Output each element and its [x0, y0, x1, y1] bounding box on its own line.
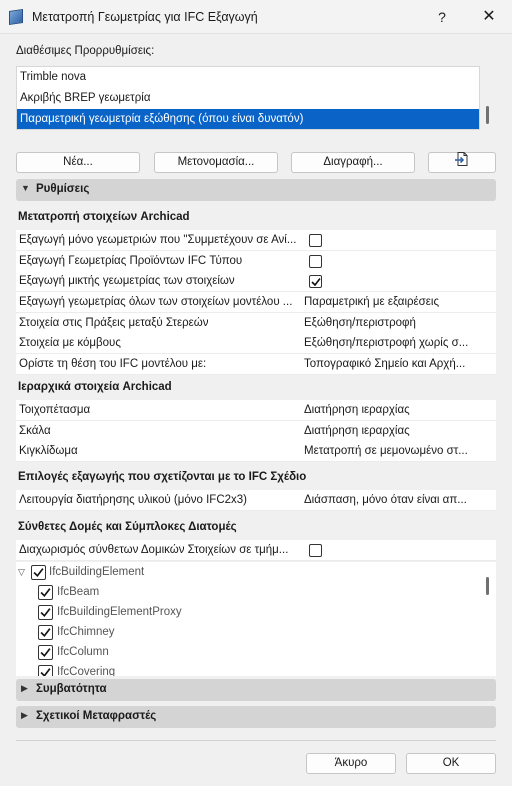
checkmark-icon [33, 568, 44, 578]
setting-label: Στοιχεία στις Πράξεις μεταξύ Στερεών [19, 317, 209, 329]
presets-label: Διαθέσιμες Προρρυθμίσεις: [16, 45, 155, 57]
checkbox[interactable] [309, 234, 322, 247]
window-title: Μετατροπή Γεωμετρίας για IFC Εξαγωγή [32, 10, 258, 24]
setting-value[interactable]: Εξώθηση/περιστροφή [304, 317, 492, 329]
setting-value[interactable]: Διάσπαση, μόνο όταν είναι απ... [304, 494, 492, 506]
checkmark-icon [40, 648, 51, 658]
settings-row[interactable]: Κιγκλίδωμα Μετατροπή σε μεμονωμένο στ... [16, 441, 496, 462]
translators-section-header[interactable]: ▶ Σχετικοί Μεταφραστές [16, 706, 496, 728]
setting-value[interactable]: Μετατροπή σε μεμονωμένο στ... [304, 445, 492, 457]
compatibility-section-title: Συμβατότητα [36, 683, 107, 695]
preset-item-parametric[interactable]: Παραμετρική γεωμετρία εξώθησης (όπου είν… [17, 109, 479, 129]
setting-label: Εξαγωγή μόνο γεωμετριών που "Συμμετέχουν… [19, 234, 297, 246]
export-preset-button[interactable] [428, 152, 496, 173]
settings-row[interactable]: Εξαγωγή γεωμετρίας όλων των στοιχείων μο… [16, 292, 496, 313]
settings-row[interactable]: Σκάλα Διατήρηση ιεραρχίας [16, 421, 496, 442]
checkmark-icon [40, 628, 51, 638]
app-icon [9, 9, 23, 25]
preset-item-brep[interactable]: Ακριβής BREP γεωμετρία [17, 88, 479, 109]
group-title-ifc-plan: Επιλογές εξαγωγής που σχετίζονται με το … [18, 471, 307, 483]
delete-preset-button[interactable]: Διαγραφή... [291, 152, 415, 173]
group-title-composite: Σύνθετες Δομές και Σύμπλοκες Διατομές [18, 521, 237, 533]
settings-row[interactable]: Στοιχεία με κόμβους Εξώθηση/περιστροφή χ… [16, 333, 496, 354]
setting-value[interactable]: Τοπογραφικό Σημείο και Αρχή... [304, 358, 492, 370]
setting-label: Ορίστε τη θέση του IFC μοντέλου με: [19, 358, 207, 370]
settings-section-title: Ρυθμίσεις [36, 183, 90, 195]
tree-checkbox[interactable] [38, 585, 53, 600]
settings-row: Διαχωρισμός σύνθετων Δομικών Στοιχείων σ… [16, 540, 496, 561]
setting-label: Σκάλα [19, 425, 51, 437]
expand-arrow-icon: ▶ [21, 710, 28, 720]
export-icon [454, 151, 470, 174]
tree-checkbox[interactable] [31, 565, 46, 580]
checkmark-icon [40, 608, 51, 618]
checkbox[interactable] [309, 544, 322, 557]
setting-label: Λειτουργία διατήρησης υλικού (μόνο IFC2x… [19, 494, 248, 506]
element-tree[interactable]: ▽ IfcBuildingElement IfcBeam IfcBuilding… [16, 562, 496, 676]
title-bar: Μετατροπή Γεωμετρίας για IFC Εξαγωγή ? ✕ [0, 0, 512, 34]
tree-label: IfcColumn [57, 646, 109, 658]
compatibility-section-header[interactable]: ▶ Συμβατότητα [16, 679, 496, 701]
setting-label: Διαχωρισμός σύνθετων Δομικών Στοιχείων σ… [19, 544, 289, 556]
checkbox[interactable] [309, 255, 322, 268]
ok-button[interactable]: OK [406, 753, 496, 774]
tree-scrollbar[interactable] [486, 577, 489, 595]
tree-checkbox[interactable] [38, 665, 53, 676]
tree-label: IfcBeam [57, 586, 100, 598]
settings-row[interactable]: Λειτουργία διατήρησης υλικού (μόνο IFC2x… [16, 490, 496, 511]
tree-label: IfcChimney [57, 626, 115, 638]
setting-value[interactable]: Διατήρηση ιεραρχίας [304, 425, 492, 437]
cancel-button[interactable]: Άκυρο [306, 753, 396, 774]
setting-label: Εξαγωγή μικτής γεωμετρίας των στοιχείων [19, 275, 235, 287]
presets-scrollbar[interactable] [486, 106, 489, 124]
checkmark-icon [40, 668, 51, 676]
setting-label: Εξαγωγή Γεωμετρίας Προϊόντων IFC Τύπου [19, 255, 243, 267]
tree-checkbox[interactable] [38, 605, 53, 620]
tree-label: IfcBuildingElement [49, 566, 145, 578]
chevron-down-icon[interactable]: ▽ [18, 562, 25, 582]
setting-value[interactable]: Παραμετρική με εξαιρέσεις [304, 296, 492, 308]
settings-section-header[interactable]: ▼ Ρυθμίσεις [16, 179, 496, 201]
settings-row: Εξαγωγή μικτής γεωμετρίας των στοιχείων [16, 271, 496, 292]
setting-label: Κιγκλίδωμα [19, 445, 78, 457]
settings-row: Εξαγωγή μόνο γεωμετριών που "Συμμετέχουν… [16, 230, 496, 251]
footer-divider [16, 740, 496, 741]
setting-label: Εξαγωγή γεωμετρίας όλων των στοιχείων μο… [19, 296, 293, 308]
tree-checkbox[interactable] [38, 625, 53, 640]
close-button[interactable]: ✕ [477, 6, 501, 28]
tree-checkbox[interactable] [38, 645, 53, 660]
help-button[interactable]: ? [430, 6, 454, 28]
presets-list[interactable]: Trimble nova Ακριβής BREP γεωμετρία Παρα… [16, 66, 480, 130]
tree-label: IfcCovering [57, 666, 116, 676]
group-title-archicad-elements: Μετατροπή στοιχείων Archicad [18, 211, 190, 223]
rename-preset-button[interactable]: Μετονομασία... [154, 152, 278, 173]
settings-row[interactable]: Τοιχοπέτασμα Διατήρηση ιεραρχίας [16, 400, 496, 421]
preset-item-trimble-nova[interactable]: Trimble nova [17, 67, 479, 88]
collapse-arrow-icon: ▼ [21, 183, 30, 193]
checkbox-checked[interactable] [309, 275, 322, 288]
expand-arrow-icon: ▶ [21, 683, 28, 693]
settings-row[interactable]: Στοιχεία στις Πράξεις μεταξύ Στερεών Εξώ… [16, 313, 496, 334]
checkmark-icon [311, 278, 321, 287]
setting-value[interactable]: Εξώθηση/περιστροφή χωρίς σ... [304, 337, 492, 349]
new-preset-button[interactable]: Νέα... [16, 152, 140, 173]
setting-label: Στοιχεία με κόμβους [19, 337, 121, 349]
setting-label: Τοιχοπέτασμα [19, 404, 91, 416]
settings-row[interactable]: Ορίστε τη θέση του IFC μοντέλου με: Τοπο… [16, 354, 496, 375]
tree-label: IfcBuildingElementProxy [57, 606, 182, 618]
setting-value[interactable]: Διατήρηση ιεραρχίας [304, 404, 492, 416]
translators-section-title: Σχετικοί Μεταφραστές [36, 710, 157, 722]
settings-row: Εξαγωγή Γεωμετρίας Προϊόντων IFC Τύπου [16, 251, 496, 272]
group-title-hierarchical: Ιεραρχικά στοιχεία Archicad [18, 381, 172, 393]
checkmark-icon [40, 588, 51, 598]
